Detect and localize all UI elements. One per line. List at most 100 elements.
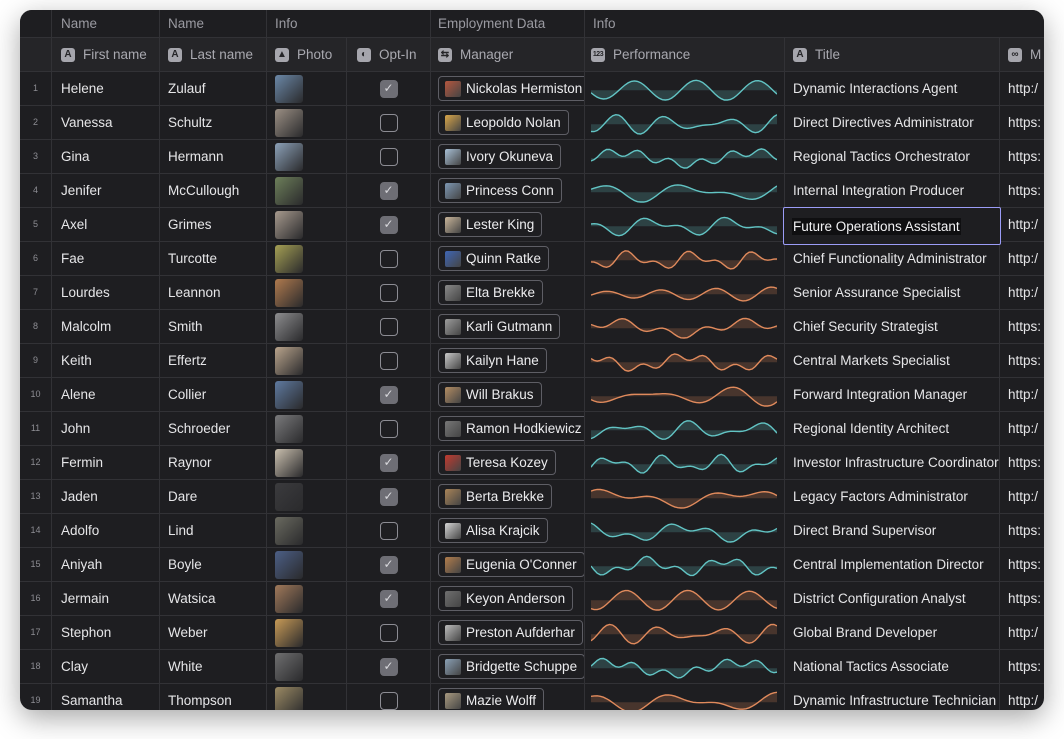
performance-cell[interactable] — [585, 446, 785, 480]
photo-cell[interactable] — [267, 174, 347, 208]
photo-cell[interactable] — [267, 616, 347, 650]
column-header-title[interactable]: A Title — [785, 38, 1000, 72]
table-row[interactable]: 7 Lourdes Leannon Elta Brekke Senior Assuran… — [20, 276, 1044, 310]
title-cell[interactable]: National Tactics Associate — [785, 650, 1000, 684]
url-cell[interactable]: http:/ — [1000, 684, 1044, 710]
first-name-cell[interactable]: Aniyah — [52, 548, 160, 582]
url-cell[interactable]: http:/ — [1000, 208, 1044, 242]
last-name-cell[interactable]: Zulauf — [160, 72, 267, 106]
title-cell[interactable]: Regional Tactics Orchestrator — [785, 140, 1000, 174]
opt-in-checkbox[interactable]: ✓ — [379, 79, 398, 98]
opt-in-cell[interactable]: ✓ — [347, 480, 431, 514]
table-row[interactable]: 6 Fae Turcotte Quinn Ratke Chief Functionali… — [20, 242, 1044, 276]
opt-in-checkbox[interactable] — [379, 283, 398, 302]
manager-cell[interactable]: Keyon Anderson — [431, 582, 585, 616]
first-name-cell[interactable]: Fae — [52, 242, 160, 276]
last-name-cell[interactable]: Lind — [160, 514, 267, 548]
title-cell[interactable]: District Configuration Analyst — [785, 582, 1000, 616]
photo-cell[interactable] — [267, 446, 347, 480]
first-name-cell[interactable]: Adolfo — [52, 514, 160, 548]
first-name-cell[interactable]: Stephon — [52, 616, 160, 650]
opt-in-cell[interactable]: ✓ — [347, 208, 431, 242]
title-cell-editor[interactable]: Future Operations Assistant — [783, 207, 1001, 245]
opt-in-cell[interactable]: ✓ — [347, 446, 431, 480]
photo-cell[interactable] — [267, 344, 347, 378]
opt-in-checkbox[interactable] — [379, 419, 398, 438]
photo-cell[interactable] — [267, 582, 347, 616]
performance-cell[interactable] — [585, 106, 785, 140]
column-header-photo[interactable]: ▲ Photo — [267, 38, 347, 72]
performance-cell[interactable] — [585, 72, 785, 106]
table-row[interactable]: 17 Stephon Weber Preston Aufderhar Global Br… — [20, 616, 1044, 650]
manager-cell[interactable]: Ramon Hodkiewicz — [431, 412, 585, 446]
first-name-cell[interactable]: Helene — [52, 72, 160, 106]
opt-in-cell[interactable] — [347, 616, 431, 650]
last-name-cell[interactable]: Turcotte — [160, 242, 267, 276]
title-cell[interactable]: Direct Brand Supervisor — [785, 514, 1000, 548]
group-header-name-2[interactable]: Name — [160, 10, 267, 38]
url-cell[interactable]: http:/ — [1000, 412, 1044, 446]
opt-in-cell[interactable] — [347, 140, 431, 174]
opt-in-checkbox[interactable]: ✓ — [379, 215, 398, 234]
opt-in-cell[interactable] — [347, 514, 431, 548]
first-name-cell[interactable]: Jermain — [52, 582, 160, 616]
title-cell[interactable]: Internal Integration Producer — [785, 174, 1000, 208]
manager-cell[interactable]: Quinn Ratke — [431, 242, 585, 276]
table-row[interactable]: 16 Jermain Watsica ✓ Keyon Anderson District … — [20, 582, 1044, 616]
column-header-first-name[interactable]: A First name — [52, 38, 160, 72]
url-cell[interactable]: https: — [1000, 344, 1044, 378]
manager-chip[interactable]: Leopoldo Nolan — [438, 110, 569, 135]
manager-chip[interactable]: Lester King — [438, 212, 543, 237]
manager-cell[interactable]: Preston Aufderhar — [431, 616, 585, 650]
photo-cell[interactable] — [267, 106, 347, 140]
manager-chip[interactable]: Alisa Krajcik — [438, 518, 548, 543]
manager-chip[interactable]: Berta Brekke — [438, 484, 553, 509]
last-name-cell[interactable]: Schroeder — [160, 412, 267, 446]
group-header-name[interactable]: Name — [52, 10, 160, 38]
first-name-cell[interactable]: Alene — [52, 378, 160, 412]
opt-in-cell[interactable] — [347, 242, 431, 276]
photo-cell[interactable] — [267, 514, 347, 548]
title-cell[interactable]: Regional Identity Architect — [785, 412, 1000, 446]
title-cell[interactable]: Senior Assurance Specialist — [785, 276, 1000, 310]
table-row[interactable]: 8 Malcolm Smith Karli Gutmann Chief Security… — [20, 310, 1044, 344]
url-cell[interactable]: https: — [1000, 650, 1044, 684]
manager-cell[interactable]: Teresa Kozey — [431, 446, 585, 480]
opt-in-cell[interactable] — [347, 310, 431, 344]
opt-in-checkbox[interactable] — [379, 623, 398, 642]
title-cell[interactable]: Central Implementation Director — [785, 548, 1000, 582]
table-row[interactable]: 1 Helene Zulauf ✓ Nickolas Hermiston Dynamic … — [20, 72, 1044, 106]
manager-chip[interactable]: Mazie Wolff — [438, 688, 545, 710]
performance-cell[interactable] — [585, 616, 785, 650]
opt-in-checkbox[interactable] — [379, 147, 398, 166]
first-name-cell[interactable]: Clay — [52, 650, 160, 684]
photo-cell[interactable] — [267, 310, 347, 344]
manager-chip[interactable]: Ivory Okuneva — [438, 144, 562, 169]
first-name-cell[interactable]: Keith — [52, 344, 160, 378]
title-cell[interactable]: Chief Security Strategist — [785, 310, 1000, 344]
title-cell[interactable]: Investor Infrastructure Coordinator — [785, 446, 1000, 480]
title-cell[interactable]: Dynamic Infrastructure Technician — [785, 684, 1000, 710]
first-name-cell[interactable]: Samantha — [52, 684, 160, 710]
manager-cell[interactable]: Nickolas Hermiston — [431, 72, 585, 106]
opt-in-checkbox[interactable]: ✓ — [379, 555, 398, 574]
last-name-cell[interactable]: Raynor — [160, 446, 267, 480]
manager-chip[interactable]: Ramon Hodkiewicz — [438, 416, 584, 441]
photo-cell[interactable] — [267, 378, 347, 412]
opt-in-cell[interactable] — [347, 412, 431, 446]
first-name-cell[interactable]: Malcolm — [52, 310, 160, 344]
last-name-cell[interactable]: White — [160, 650, 267, 684]
last-name-cell[interactable]: Schultz — [160, 106, 267, 140]
performance-cell[interactable] — [585, 412, 785, 446]
photo-cell[interactable] — [267, 684, 347, 710]
table-row[interactable]: 18 Clay White ✓ Bridgette Schuppe National Ta… — [20, 650, 1044, 684]
opt-in-cell[interactable] — [347, 344, 431, 378]
first-name-cell[interactable]: Jaden — [52, 480, 160, 514]
table-row[interactable]: 12 Fermin Raynor ✓ Teresa Kozey Investor Infr… — [20, 446, 1044, 480]
last-name-cell[interactable]: Hermann — [160, 140, 267, 174]
manager-chip[interactable]: Preston Aufderhar — [438, 620, 583, 645]
url-cell[interactable]: https: — [1000, 140, 1044, 174]
performance-cell[interactable] — [585, 582, 785, 616]
photo-cell[interactable] — [267, 276, 347, 310]
group-header-info-2[interactable]: Info — [585, 10, 1044, 38]
